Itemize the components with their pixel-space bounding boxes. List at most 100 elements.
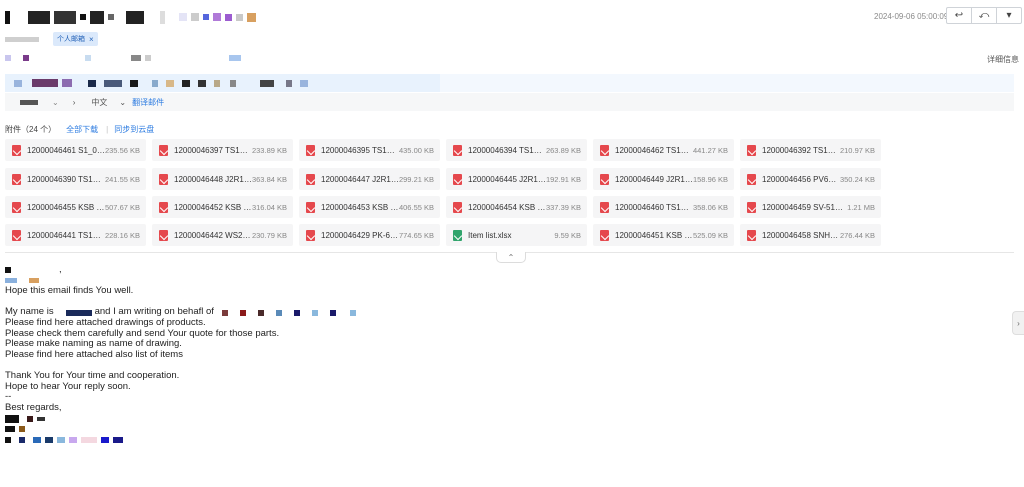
redacted-block [5,36,39,42]
attachment-item[interactable]: 12000046451 KSB CPK...525.09 KB [593,224,734,246]
attachment-item[interactable]: 12000046390 TS1_014...241.55 KB [5,168,146,190]
redacted-block [81,436,97,443]
close-icon[interactable]: × [89,35,94,44]
source-language-dropdown[interactable]: ⌄ [52,98,59,107]
attachment-name: 12000046392 TS1_014... [762,145,840,155]
redacted-block [5,436,11,443]
attachment-size: 337.39 KB [545,202,581,212]
attachment-item[interactable]: 12000046448 J2R160-...363.84 KB [152,168,293,190]
attachment-item[interactable]: Item list.xlsx 9.59 KB [446,224,587,246]
body-line: Hope to hear Your reply soon. [5,380,131,392]
attachment-item[interactable]: 12000046461 S1_014-...235.56 KB [5,139,146,161]
attachment-size: 406.55 KB [398,202,434,212]
more-button[interactable]: ▾ [996,7,1022,24]
attachment-name: 12000046449 J2R160-... [615,174,693,184]
redacted-block [236,13,243,21]
attachment-size: 350.24 KB [839,174,875,184]
attachment-item[interactable]: 12000046456 PV60.01 ...350.24 KB [740,168,881,190]
separator: | [106,125,109,134]
redacted-block [108,14,114,20]
mailbox-tag[interactable]: 个人邮箱 × [53,32,98,46]
attachment-item[interactable]: 12000046441 TS1_014...228.16 KB [5,224,146,246]
pdf-file-icon [306,173,315,185]
collapse-attachments-button[interactable]: ⌃ [496,252,526,263]
attachment-item[interactable]: 12000046394 TS1_014...263.89 KB [446,139,587,161]
attachment-item[interactable]: 12000046392 TS1_014...210.97 KB [740,139,881,161]
attachment-item[interactable]: 12000046449 J2R160-...158.96 KB [593,168,734,190]
pdf-file-icon [306,229,315,241]
attachment-item[interactable]: 12000046445 J2R160-...192.91 KB [446,168,587,190]
attachment-size: 358.06 KB [692,202,728,212]
pdf-file-icon [453,173,462,185]
attachment-item[interactable]: 12000046442 WS2_14...230.79 KB [152,224,293,246]
redacted-block [329,309,336,316]
chevron-down-icon: ▾ [1006,10,1012,21]
redacted-block [27,415,33,422]
body-line: Please find here attached also list of i… [5,348,183,360]
tag-row: 个人邮箱 × [5,32,98,46]
attachment-name: 12000046452 KSB CPK... [174,202,252,212]
redacted-block [260,79,274,87]
attachment-item[interactable]: 12000046454 KSB CPK...337.39 KB [446,196,587,218]
redacted-block [179,13,187,21]
attachment-size: 158.96 KB [692,174,728,184]
attachment-item[interactable]: 12000046459 SV-51-2... 1.21 MB [740,196,881,218]
attachment-item[interactable]: 12000046458 SNH70.0...276.44 KB [740,224,881,246]
attachment-item[interactable]: 12000046429 PK-603... 774.65 KB [299,224,440,246]
redacted-block [230,79,236,87]
redacted-block [349,309,356,316]
reply-button[interactable]: ↩ [946,7,972,24]
attachment-item[interactable]: 12000046397 TS1_014...233.89 KB [152,139,293,161]
attachment-name: 12000046394 TS1_014... [468,145,546,155]
attachment-size: 441.27 KB [692,145,728,155]
pdf-file-icon [600,144,609,156]
redacted-block [182,79,190,87]
attachment-item[interactable]: 12000046462 TS1_014...441.27 KB [593,139,734,161]
save-to-cloud-link[interactable]: 同步到云盘 [114,124,154,135]
redacted-block [5,278,17,284]
attachment-item[interactable]: 12000046447 J2R160-...299.21 KB [299,168,440,190]
attachment-name: 12000046390 TS1_014... [27,174,105,184]
email-body: , Hope this email finds You well. My nam… [5,264,356,445]
attachment-size: 299.21 KB [398,174,434,184]
attachment-item[interactable]: 12000046453 KSB CPK...406.55 KB [299,196,440,218]
redacted-block [126,10,144,24]
side-panel-toggle[interactable]: › [1012,311,1024,335]
pdf-file-icon [453,144,462,156]
redacted-block [19,436,25,443]
attachment-size: 210.97 KB [839,145,875,155]
details-link[interactable]: 详细信息 [987,54,1019,65]
download-all-link[interactable]: 全部下载 [66,124,98,135]
attachment-size: 276.44 KB [839,230,875,240]
redacted-block [213,13,221,21]
pdf-file-icon [12,201,21,213]
redacted-block [286,79,292,87]
attachments-count: 附件（24 个） [5,125,57,134]
pdf-file-icon [600,201,609,213]
attachment-name: 12000046460 TS1_014... [615,202,693,212]
attachment-size: 235.56 KB [104,145,140,155]
pdf-file-icon [453,201,462,213]
attachment-name: 12000046397 TS1_014... [174,145,252,155]
body-line: Please find here attached drawings of pr… [5,316,206,328]
chevron-right-icon: › [1017,318,1020,328]
attachment-item[interactable]: 12000046395 TS1_014...435.00 KB [299,139,440,161]
attachment-name: 12000046447 J2R160-... [321,174,399,184]
attachment-item[interactable]: 12000046460 TS1_014...358.06 KB [593,196,734,218]
redacted-block [62,79,72,87]
attachment-item[interactable]: 12000046452 KSB CPK...316.04 KB [152,196,293,218]
attachment-size: 525.09 KB [692,230,728,240]
signature-redacted [5,424,356,435]
pdf-file-icon [747,229,756,241]
translate-email-link[interactable]: 翻译邮件 [132,97,164,108]
redacted-block [14,79,22,87]
recipients-bar-right [440,74,1014,92]
reply-all-button[interactable]: ⤺ [971,7,997,24]
excel-file-icon [453,229,462,241]
chevron-down-icon[interactable]: ⌄ [119,98,126,107]
target-language[interactable]: 中文 [91,97,107,108]
redacted-block [257,309,264,316]
attachment-item[interactable]: 12000046455 KSB CPK...507.67 KB [5,196,146,218]
attachment-name: 12000046461 S1_014-... [27,145,105,155]
attachment-size: 363.84 KB [251,174,287,184]
